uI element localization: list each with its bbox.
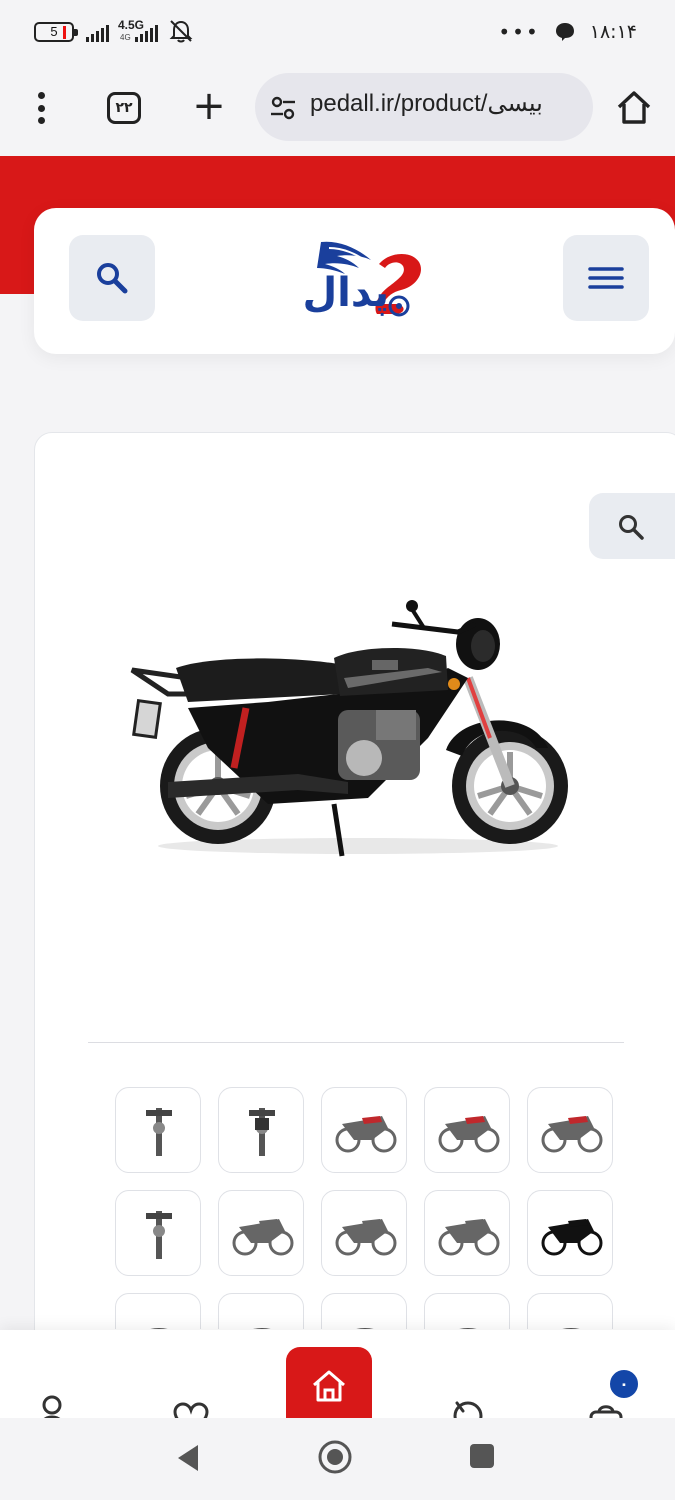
motorcycle-thumbnail-icon <box>541 1219 603 1256</box>
nav-home-button[interactable] <box>286 1347 372 1419</box>
product-thumbnail[interactable] <box>115 1293 201 1329</box>
search-icon <box>97 263 128 294</box>
product-thumbnail[interactable] <box>424 1190 510 1276</box>
product-thumbnail[interactable] <box>527 1293 613 1329</box>
clock: ۱۸:۱۴ <box>589 21 637 43</box>
home-icon <box>313 1370 345 1402</box>
url-text[interactable]: pedall.ir/product/بیسی <box>310 89 582 118</box>
product-thumbnail[interactable] <box>115 1190 201 1276</box>
zoom-image-button[interactable] <box>589 493 675 559</box>
address-bar[interactable]: pedall.ir/product/بیسی <box>255 73 593 141</box>
motorcycle-thumbnail-icon <box>146 1108 172 1156</box>
tab-switcher-button[interactable]: ۲۲ <box>107 92 141 124</box>
zoom-search-icon <box>619 515 644 540</box>
new-tab-button[interactable]: + <box>190 86 228 128</box>
motorcycle-thumbnail-icon <box>541 1116 603 1153</box>
browser-toolbar: ۲۲ + pedall.ir/product/بیسی <box>0 64 675 156</box>
product-thumbnail[interactable] <box>424 1087 510 1173</box>
battery-icon: 5 <box>34 22 78 42</box>
product-thumbnail[interactable] <box>218 1190 304 1276</box>
logo-text: پدال <box>302 270 389 316</box>
screen: 5 4.5G 4G ••• ۱۸:۱۴ ۲۲ + pedall.ir/produ… <box>0 0 675 1500</box>
motorcycle-thumbnail-icon <box>438 1219 500 1256</box>
motorcycle-thumbnail-icon <box>562 1328 580 1329</box>
product-thumbnail[interactable] <box>218 1087 304 1173</box>
more-notifications-icon: ••• <box>498 20 540 44</box>
motorcycle-thumbnail-icon <box>438 1116 500 1153</box>
product-thumbnail[interactable] <box>527 1087 613 1173</box>
product-thumbnail[interactable] <box>115 1087 201 1173</box>
hamburger-menu-icon <box>588 267 624 289</box>
motorcycle-thumbnail-icon <box>232 1219 294 1256</box>
site-logo[interactable]: پدال <box>279 234 434 320</box>
thumbnail-grid <box>115 1087 615 1329</box>
product-thumbnail[interactable] <box>218 1293 304 1329</box>
header-menu-button[interactable] <box>563 235 649 321</box>
motorcycle-thumbnail-icon <box>356 1328 374 1329</box>
product-thumbnail[interactable] <box>321 1087 407 1173</box>
home-circle-icon[interactable] <box>316 1438 354 1476</box>
system-navigation-bar <box>0 1418 675 1500</box>
chat-bubble-icon <box>555 23 574 41</box>
signal-icon <box>86 22 109 42</box>
status-right: ••• ۱۸:۱۴ <box>498 20 637 44</box>
network-sub: 4G <box>120 33 131 42</box>
motorcycle-thumbnail-icon <box>335 1116 397 1153</box>
motorcycle-thumbnail-icon <box>150 1328 168 1329</box>
battery-level: 5 <box>50 24 58 39</box>
site-settings-icon[interactable] <box>269 95 297 121</box>
motorcycle-thumbnail-icon <box>146 1211 172 1259</box>
site-header: پدال <box>34 208 675 354</box>
bell-off-icon <box>169 20 193 43</box>
motorcycle-thumbnail-icon <box>249 1108 275 1156</box>
signal-icon-2 <box>135 22 158 42</box>
cart-count-badge: ۰ <box>607 1367 641 1401</box>
motorcycle-thumbnail-icon <box>253 1328 271 1329</box>
product-thumbnail[interactable] <box>424 1293 510 1329</box>
gallery-divider <box>88 1042 624 1043</box>
motorcycle-thumbnail-icon <box>335 1219 397 1256</box>
product-thumbnail[interactable] <box>527 1190 613 1276</box>
product-thumbnail[interactable] <box>321 1190 407 1276</box>
product-main-image[interactable] <box>128 598 583 866</box>
back-icon[interactable] <box>174 1442 202 1474</box>
product-thumbnail[interactable] <box>321 1293 407 1329</box>
motorcycle-thumbnail-icon <box>459 1328 477 1329</box>
recents-icon[interactable] <box>468 1442 496 1470</box>
browser-home-icon[interactable] <box>614 88 654 128</box>
browser-menu-icon[interactable] <box>30 90 52 126</box>
header-search-button[interactable] <box>69 235 155 321</box>
status-bar: 5 4.5G 4G ••• ۱۸:۱۴ <box>0 0 675 64</box>
